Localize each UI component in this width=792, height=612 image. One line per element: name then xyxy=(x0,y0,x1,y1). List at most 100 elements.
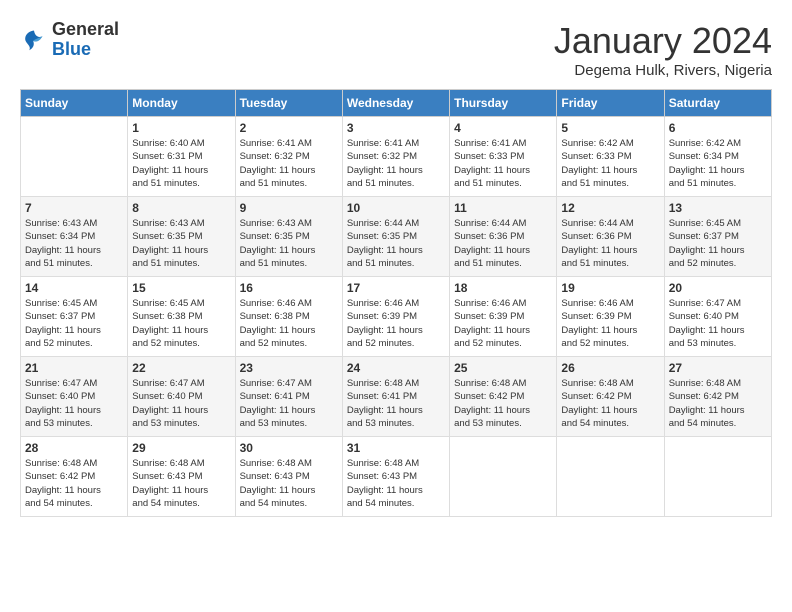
calendar-cell: 13 Sunrise: 6:45 AMSunset: 6:37 PMDayligh… xyxy=(664,197,771,277)
calendar-cell: 12 Sunrise: 6:44 AMSunset: 6:36 PMDayligh… xyxy=(557,197,664,277)
calendar-cell: 6 Sunrise: 6:42 AMSunset: 6:34 PMDaylight… xyxy=(664,117,771,197)
day-info: Sunrise: 6:45 AMSunset: 6:38 PMDaylight:… xyxy=(132,297,230,350)
day-info: Sunrise: 6:47 AMSunset: 6:40 PMDaylight:… xyxy=(669,297,767,350)
calendar-cell xyxy=(664,437,771,517)
calendar-cell xyxy=(450,437,557,517)
calendar-cell: 23 Sunrise: 6:47 AMSunset: 6:41 PMDayligh… xyxy=(235,357,342,437)
day-number: 8 xyxy=(132,201,230,215)
title-block: January 2024 Degema Hulk, Rivers, Nigeri… xyxy=(554,20,772,79)
day-info: Sunrise: 6:42 AMSunset: 6:33 PMDaylight:… xyxy=(561,137,659,190)
day-info: Sunrise: 6:41 AMSunset: 6:32 PMDaylight:… xyxy=(347,137,445,190)
day-number: 29 xyxy=(132,441,230,455)
column-header-saturday: Saturday xyxy=(664,90,771,117)
day-info: Sunrise: 6:48 AMSunset: 6:43 PMDaylight:… xyxy=(240,457,338,510)
calendar-table: SundayMondayTuesdayWednesdayThursdayFrid… xyxy=(20,89,772,517)
calendar-cell: 30 Sunrise: 6:48 AMSunset: 6:43 PMDayligh… xyxy=(235,437,342,517)
day-info: Sunrise: 6:43 AMSunset: 6:34 PMDaylight:… xyxy=(25,217,123,270)
column-header-wednesday: Wednesday xyxy=(342,90,449,117)
calendar-cell: 10Sunrise: 6:44 AMSunset: 6:35 PMDayligh… xyxy=(342,197,449,277)
calendar-cell: 29 Sunrise: 6:48 AMSunset: 6:43 PMDayligh… xyxy=(128,437,235,517)
calendar-cell: 27 Sunrise: 6:48 AMSunset: 6:42 PMDayligh… xyxy=(664,357,771,437)
day-number: 20 xyxy=(669,281,767,295)
calendar-cell: 3Sunrise: 6:41 AMSunset: 6:32 PMDaylight… xyxy=(342,117,449,197)
day-info: Sunrise: 6:48 AMSunset: 6:43 PMDaylight:… xyxy=(347,457,445,510)
day-number: 7 xyxy=(25,201,123,215)
day-number: 16 xyxy=(240,281,338,295)
calendar-cell: 19 Sunrise: 6:46 AMSunset: 6:39 PMDayligh… xyxy=(557,277,664,357)
day-number: 15 xyxy=(132,281,230,295)
calendar-cell: 24Sunrise: 6:48 AMSunset: 6:41 PMDayligh… xyxy=(342,357,449,437)
logo-text: General Blue xyxy=(52,20,119,60)
day-info: Sunrise: 6:44 AMSunset: 6:36 PMDaylight:… xyxy=(454,217,552,270)
day-info: Sunrise: 6:47 AMSunset: 6:40 PMDaylight:… xyxy=(132,377,230,430)
day-info: Sunrise: 6:46 AMSunset: 6:39 PMDaylight:… xyxy=(347,297,445,350)
day-info: Sunrise: 6:46 AMSunset: 6:39 PMDaylight:… xyxy=(454,297,552,350)
day-info: Sunrise: 6:45 AMSunset: 6:37 PMDaylight:… xyxy=(669,217,767,270)
calendar-header-row: SundayMondayTuesdayWednesdayThursdayFrid… xyxy=(21,90,772,117)
month-title: January 2024 xyxy=(554,20,772,62)
calendar-cell: 21 Sunrise: 6:47 AMSunset: 6:40 PMDayligh… xyxy=(21,357,128,437)
calendar-cell: 31 Sunrise: 6:48 AMSunset: 6:43 PMDayligh… xyxy=(342,437,449,517)
day-number: 27 xyxy=(669,361,767,375)
calendar-body: 1 Sunrise: 6:40 AMSunset: 6:31 PMDaylight… xyxy=(21,117,772,517)
day-number: 11 xyxy=(454,201,552,215)
day-info: Sunrise: 6:47 AMSunset: 6:41 PMDaylight:… xyxy=(240,377,338,430)
calendar-cell: 1 Sunrise: 6:40 AMSunset: 6:31 PMDaylight… xyxy=(128,117,235,197)
calendar-cell: 17 Sunrise: 6:46 AMSunset: 6:39 PMDayligh… xyxy=(342,277,449,357)
calendar-cell: 20 Sunrise: 6:47 AMSunset: 6:40 PMDayligh… xyxy=(664,277,771,357)
calendar-cell: 18 Sunrise: 6:46 AMSunset: 6:39 PMDayligh… xyxy=(450,277,557,357)
day-number: 26 xyxy=(561,361,659,375)
column-header-friday: Friday xyxy=(557,90,664,117)
calendar-cell: 26Sunrise: 6:48 AMSunset: 6:42 PMDayligh… xyxy=(557,357,664,437)
calendar-cell xyxy=(557,437,664,517)
day-info: Sunrise: 6:48 AMSunset: 6:42 PMDaylight:… xyxy=(25,457,123,510)
day-info: Sunrise: 6:46 AMSunset: 6:39 PMDaylight:… xyxy=(561,297,659,350)
day-number: 2 xyxy=(240,121,338,135)
day-number: 17 xyxy=(347,281,445,295)
day-number: 31 xyxy=(347,441,445,455)
calendar-cell: 9Sunrise: 6:43 AMSunset: 6:35 PMDaylight… xyxy=(235,197,342,277)
day-number: 14 xyxy=(25,281,123,295)
day-info: Sunrise: 6:43 AMSunset: 6:35 PMDaylight:… xyxy=(240,217,338,270)
day-number: 6 xyxy=(669,121,767,135)
day-number: 13 xyxy=(669,201,767,215)
calendar-cell: 2 Sunrise: 6:41 AMSunset: 6:32 PMDaylight… xyxy=(235,117,342,197)
day-info: Sunrise: 6:48 AMSunset: 6:42 PMDaylight:… xyxy=(669,377,767,430)
day-number: 25 xyxy=(454,361,552,375)
day-number: 10 xyxy=(347,201,445,215)
day-info: Sunrise: 6:40 AMSunset: 6:31 PMDaylight:… xyxy=(132,137,230,190)
location-title: Degema Hulk, Rivers, Nigeria xyxy=(554,62,772,79)
calendar-cell: 7 Sunrise: 6:43 AMSunset: 6:34 PMDaylight… xyxy=(21,197,128,277)
calendar-cell: 5Sunrise: 6:42 AMSunset: 6:33 PMDaylight… xyxy=(557,117,664,197)
day-info: Sunrise: 6:44 AMSunset: 6:36 PMDaylight:… xyxy=(561,217,659,270)
day-number: 19 xyxy=(561,281,659,295)
day-info: Sunrise: 6:48 AMSunset: 6:43 PMDaylight:… xyxy=(132,457,230,510)
logo-bird-icon xyxy=(20,26,48,54)
day-number: 21 xyxy=(25,361,123,375)
day-number: 24 xyxy=(347,361,445,375)
calendar-week-row: 28Sunrise: 6:48 AMSunset: 6:42 PMDayligh… xyxy=(21,437,772,517)
calendar-cell: 16Sunrise: 6:46 AMSunset: 6:38 PMDayligh… xyxy=(235,277,342,357)
column-header-sunday: Sunday xyxy=(21,90,128,117)
day-number: 23 xyxy=(240,361,338,375)
calendar-cell: 15 Sunrise: 6:45 AMSunset: 6:38 PMDayligh… xyxy=(128,277,235,357)
day-info: Sunrise: 6:47 AMSunset: 6:40 PMDaylight:… xyxy=(25,377,123,430)
day-number: 30 xyxy=(240,441,338,455)
day-info: Sunrise: 6:48 AMSunset: 6:42 PMDaylight:… xyxy=(454,377,552,430)
day-info: Sunrise: 6:42 AMSunset: 6:34 PMDaylight:… xyxy=(669,137,767,190)
day-info: Sunrise: 6:41 AMSunset: 6:33 PMDaylight:… xyxy=(454,137,552,190)
day-number: 1 xyxy=(132,121,230,135)
logo: General Blue xyxy=(20,20,119,60)
calendar-cell: 14Sunrise: 6:45 AMSunset: 6:37 PMDayligh… xyxy=(21,277,128,357)
calendar-week-row: 14Sunrise: 6:45 AMSunset: 6:37 PMDayligh… xyxy=(21,277,772,357)
day-number: 4 xyxy=(454,121,552,135)
calendar-week-row: 21 Sunrise: 6:47 AMSunset: 6:40 PMDayligh… xyxy=(21,357,772,437)
calendar-cell: 11 Sunrise: 6:44 AMSunset: 6:36 PMDayligh… xyxy=(450,197,557,277)
day-number: 18 xyxy=(454,281,552,295)
calendar-cell: 22Sunrise: 6:47 AMSunset: 6:40 PMDayligh… xyxy=(128,357,235,437)
calendar-cell: 25 Sunrise: 6:48 AMSunset: 6:42 PMDayligh… xyxy=(450,357,557,437)
day-number: 12 xyxy=(561,201,659,215)
calendar-week-row: 1 Sunrise: 6:40 AMSunset: 6:31 PMDaylight… xyxy=(21,117,772,197)
calendar-cell: 28Sunrise: 6:48 AMSunset: 6:42 PMDayligh… xyxy=(21,437,128,517)
day-info: Sunrise: 6:41 AMSunset: 6:32 PMDaylight:… xyxy=(240,137,338,190)
